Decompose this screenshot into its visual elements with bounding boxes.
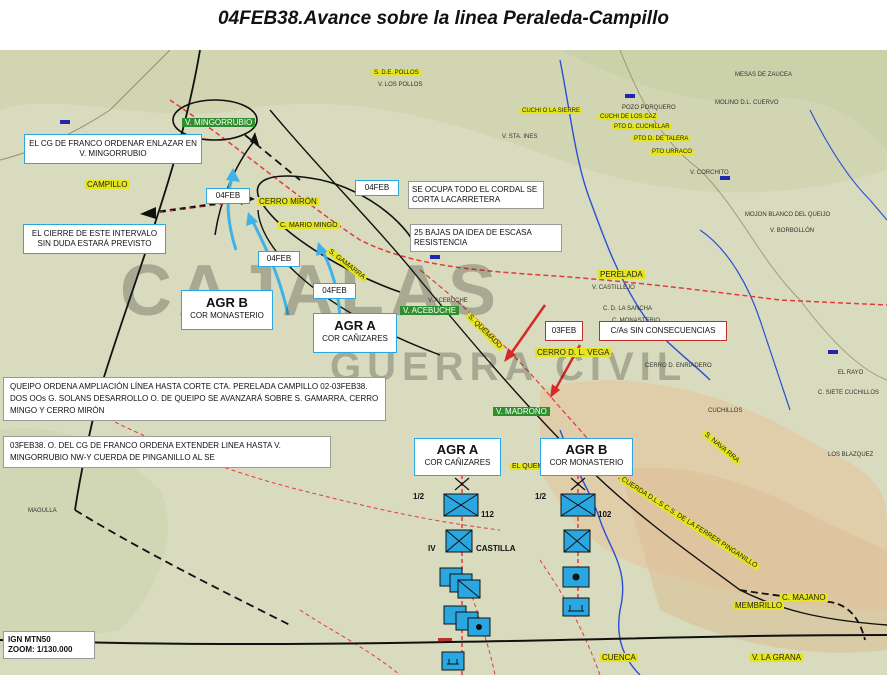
place-pozo: POZO PORQUERO xyxy=(622,105,676,111)
place-los-pollos: S. D.E. POLLOS xyxy=(372,70,421,76)
place-cerro-miron: CERRO MIRÓN xyxy=(257,197,319,206)
unit-iv-label: IV xyxy=(428,544,436,553)
place-blazquez: LOS BLAZQUEZ xyxy=(828,452,874,458)
watermark-logo: CAJALAS xyxy=(120,251,503,331)
place-madrono: V. MADROÑO xyxy=(493,407,550,416)
group-agr-b-map-title: AGR B xyxy=(206,295,248,310)
place-sancha: C. D. LA SANCHA xyxy=(603,306,653,312)
callout-bajas: 25 BAJAS DA IDEA DE ESCASA RESISTENCIA xyxy=(410,224,562,252)
group-agr-a-column-sub: COR CAÑIZARES xyxy=(424,458,491,468)
place-pto-cuchillar: PTO D. CUCHILLAR xyxy=(612,124,672,130)
place-cerro-enriadero: CERRO D. ENRIADERO xyxy=(645,363,712,369)
place-mesas: MESAS DE ZAUCEA xyxy=(735,72,793,78)
callout-cordal: SE OCUPA TODO EL CORDAL SE CORTA LACARRE… xyxy=(408,181,544,209)
place-cuchillos: CUCHILLOS xyxy=(708,408,743,414)
callout-queipo: QUEIPO ORDENA AMPLIACIÓN LÍNEA HASTA COR… xyxy=(3,377,386,421)
scale-box: IGN MTN50 ZOOM: 1/130.000 xyxy=(3,631,95,659)
place-v-staines: V. STA. INES xyxy=(502,134,538,140)
callout-cierre-intervalo: EL CIERRE DE ESTE INTERVALO SIN DUDA EST… xyxy=(23,224,166,254)
place-acebuche: V. ACEBUCHE xyxy=(400,306,460,315)
place-magulla: MAGULLA xyxy=(28,508,57,514)
place-v-castillejo: V. CASTILLEJO xyxy=(592,285,635,291)
group-agr-b-column-title: AGR B xyxy=(565,442,608,457)
place-el-rayo: EL RAYO xyxy=(838,370,864,376)
date-tag-1: 04FEB xyxy=(206,188,250,204)
place-pto-lalera: PTO D. DE TALERA xyxy=(632,136,691,142)
group-agr-a-map: AGR A COR CAÑIZARES xyxy=(313,313,397,353)
date-tag-2: 04FEB xyxy=(355,180,399,196)
place-siete: C. SIETE CUCHILLOS xyxy=(818,390,880,396)
scale-line-1: IGN MTN50 xyxy=(8,635,51,644)
place-membrillo: MEMBRILLO xyxy=(733,601,785,610)
place-perelada: PERELADA xyxy=(598,270,645,279)
place-mojon: MOJON BLANCO DEL QUEIJO xyxy=(745,212,831,218)
place-molino-cuervo: MOLINO D.L. CUERVO xyxy=(715,100,779,106)
place-borbollon: V. BORBOLLÓN xyxy=(770,228,815,234)
date-tag-5: 03FEB xyxy=(545,321,583,341)
unit-castilla-label: CASTILLA xyxy=(476,544,516,553)
place-pto-urraco: PTO URRACO xyxy=(650,149,694,155)
group-agr-a-map-title: AGR A xyxy=(334,318,376,333)
place-v-los-pollos: V. LOS POLLOS xyxy=(378,82,423,88)
place-majano: C. MAJANO xyxy=(780,593,828,602)
page-title: 04FEB38.Avance sobre la linea Peraleda-C… xyxy=(218,8,669,29)
place-la-grana: V. LA GRANA xyxy=(750,653,804,662)
place-mingorrubio: V. MINGORRUBIO xyxy=(182,118,256,127)
place-cerro-vega: CERRO D. L. VEGA xyxy=(535,348,612,357)
group-agr-b-column: AGR B COR MONASTERIO xyxy=(540,438,633,476)
unit-fraction-b: 1/2 xyxy=(535,492,547,501)
date-tag-3: 04FEB xyxy=(258,251,300,267)
callout-extender: 03FEB38. O. DEL CG DE FRANCO ORDENA EXTE… xyxy=(3,436,331,468)
place-cuchi-2: CUCHI DE LOS CAZ xyxy=(598,114,659,120)
callout-cg-franco: EL CG DE FRANCO ORDENAR ENLAZAR EN V. MI… xyxy=(24,134,202,164)
group-agr-b-map-sub: COR MONASTERIO xyxy=(190,311,264,321)
scale-line-2: ZOOM: 1/130.000 xyxy=(8,645,73,654)
place-v-acebuche-2: V. ACEBUCHE xyxy=(428,298,468,304)
place-cerro-mingo: C. MARIO MINGO xyxy=(278,222,340,229)
callout-cas-sin: C/As SIN CONSECUENCIAS xyxy=(599,321,727,341)
unit-fraction-a: 1/2 xyxy=(413,492,425,501)
group-agr-a-map-sub: COR CAÑIZARES xyxy=(322,334,388,344)
group-agr-a-column: AGR A COR CAÑIZARES xyxy=(414,438,501,476)
unit-number-a: 112 xyxy=(481,510,494,519)
group-agr-a-column-title: AGR A xyxy=(436,442,479,457)
group-agr-b-column-sub: COR MONASTERIO xyxy=(549,458,624,468)
group-agr-b-map: AGR B COR MONASTERIO xyxy=(181,290,273,330)
place-cuenca: CUENCA xyxy=(600,653,638,662)
unit-number-b: 102 xyxy=(598,510,612,519)
place-v-corchito: V. CORCHITO xyxy=(690,170,729,176)
date-tag-4: 04FEB xyxy=(313,283,356,299)
place-campillo: CAMPILLO xyxy=(85,180,130,189)
place-cuchi: CUCHI O LA SIERRE xyxy=(520,108,583,114)
